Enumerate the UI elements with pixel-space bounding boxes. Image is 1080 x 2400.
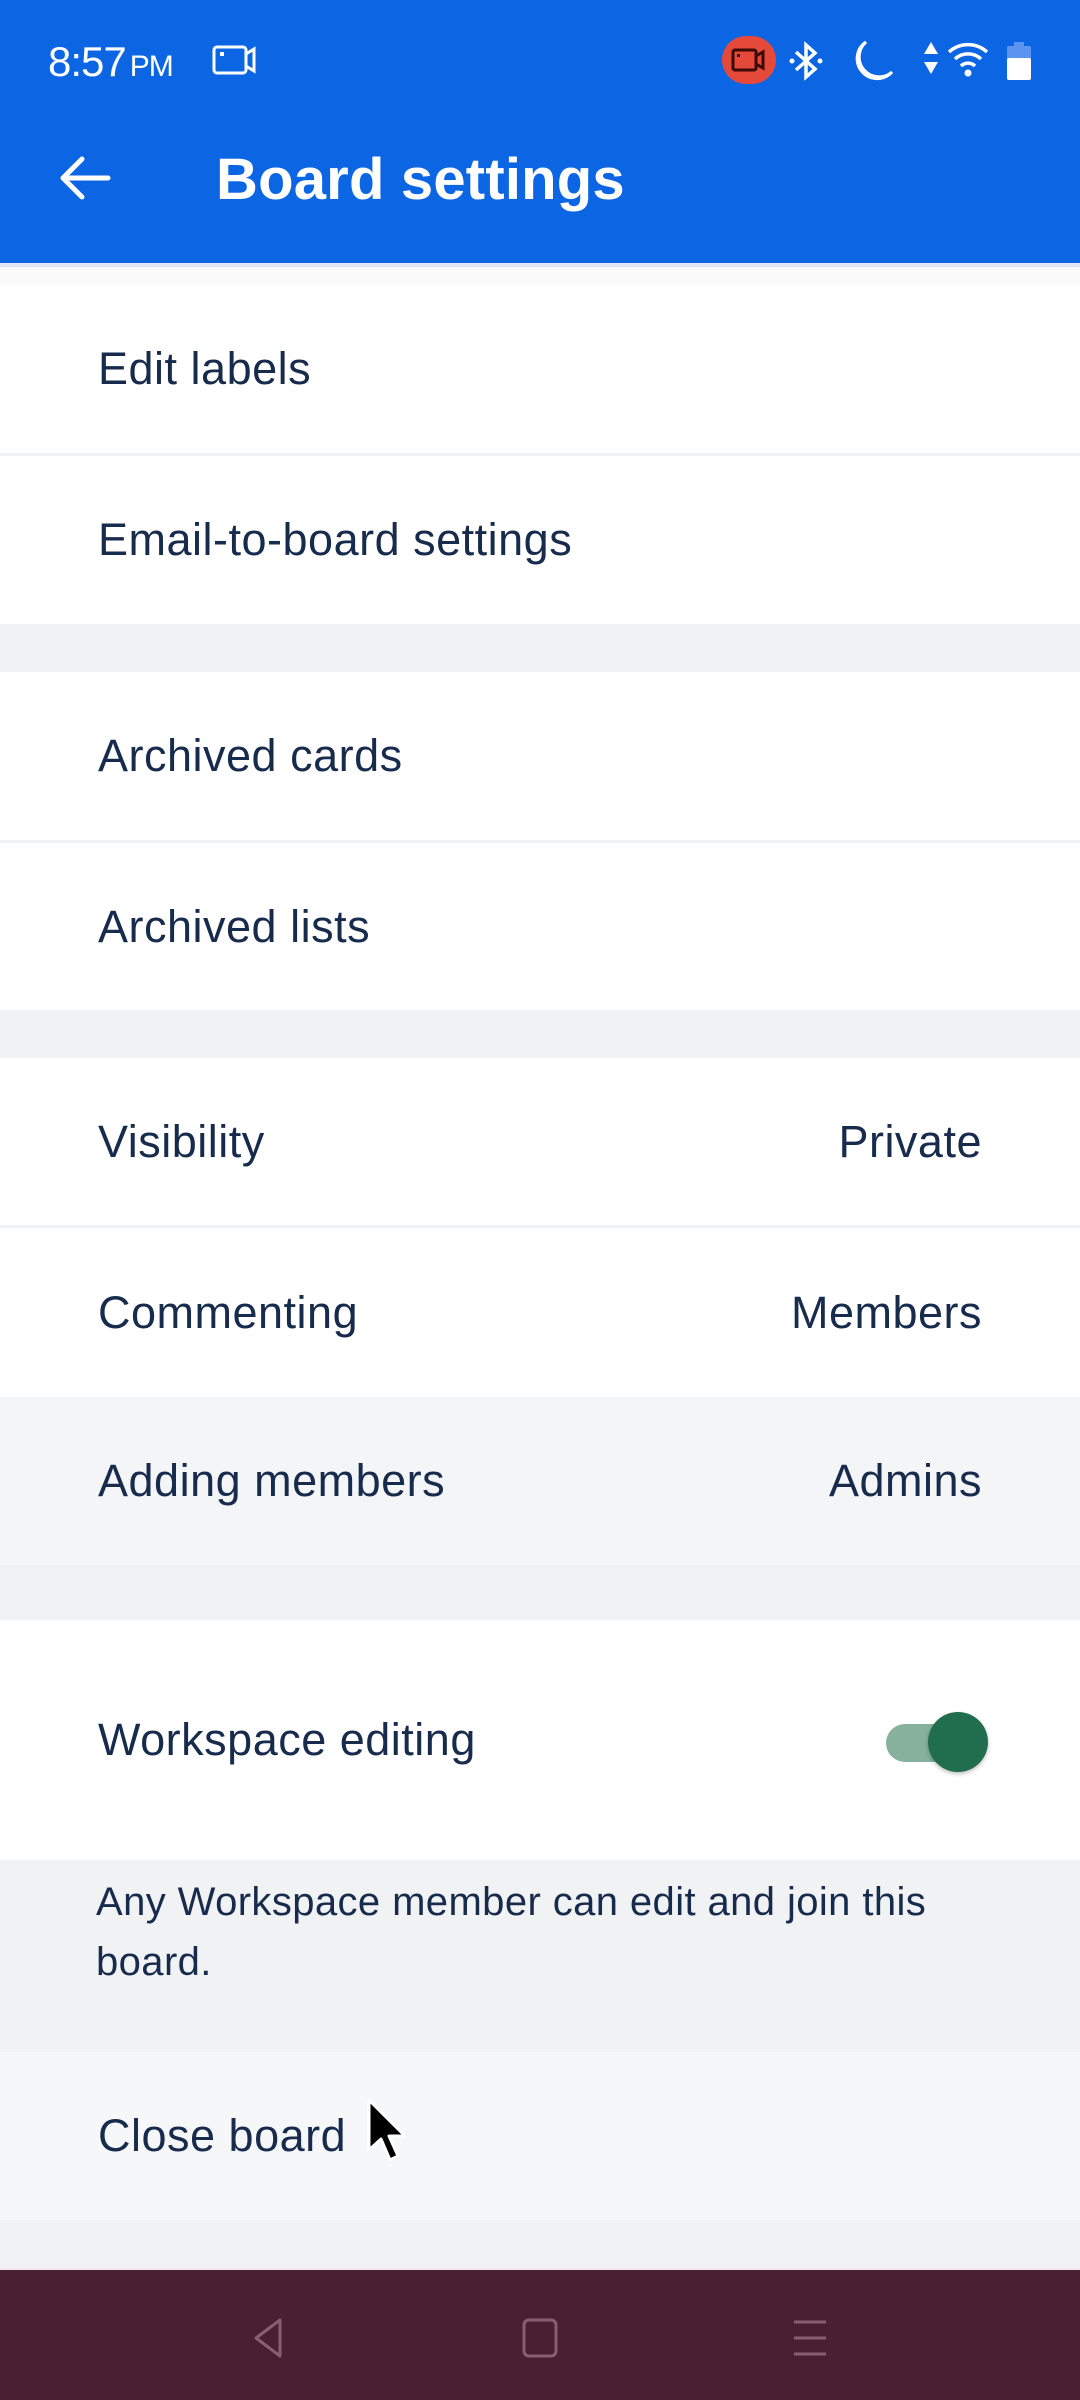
close-board-item[interactable]: Close board: [0, 2052, 1080, 2220]
archived-lists-item[interactable]: Archived lists: [0, 843, 1080, 1010]
close-board-label: Close board: [98, 2110, 347, 2161]
workspace-editing-label: Workspace editing: [98, 1714, 476, 1765]
screen-record-icon: [212, 44, 258, 81]
email-to-board-item[interactable]: Email-to-board settings: [0, 456, 1080, 624]
bluetooth-icon: [788, 40, 824, 87]
do-not-disturb-moon-icon: [848, 38, 896, 89]
visibility-label: Visibility: [98, 1115, 265, 1167]
commenting-item[interactable]: Commenting Members: [0, 1228, 1080, 1397]
battery-icon: [1006, 42, 1032, 85]
nav-home-button[interactable]: [500, 2300, 580, 2380]
archived-cards-label: Archived cards: [98, 730, 403, 781]
scroll-edge: [0, 263, 1080, 285]
workspace-editing-toggle[interactable]: [886, 1708, 996, 1772]
edit-labels-label: Edit labels: [98, 343, 312, 394]
recording-indicator-icon: [722, 36, 776, 84]
nav-recents-button[interactable]: [770, 2300, 850, 2380]
data-arrows-icon: [922, 40, 940, 81]
back-triangle-icon: [248, 2316, 288, 2365]
edit-labels-item[interactable]: Edit labels: [0, 285, 1080, 453]
home-square-icon: [520, 2316, 560, 2365]
status-time: 8:57 PM: [48, 38, 174, 86]
adding-members-item[interactable]: Adding members Admins: [0, 1397, 1080, 1565]
wifi-icon: [946, 40, 990, 83]
time-text: 8:57: [48, 38, 127, 85]
status-bar: 8:57 PM: [0, 0, 1080, 120]
recents-menu-icon: [790, 2316, 830, 2365]
archived-lists-label: Archived lists: [98, 900, 371, 952]
ampm-text: PM: [129, 50, 174, 83]
archived-cards-item[interactable]: Archived cards: [0, 672, 1080, 840]
workspace-editing-description: Any Workspace member can edit and join t…: [96, 1880, 927, 1984]
commenting-label: Commenting: [98, 1286, 359, 1338]
commenting-value: Members: [790, 1286, 982, 1338]
visibility-item[interactable]: Visibility Private: [0, 1058, 1080, 1225]
visibility-value: Private: [838, 1115, 982, 1167]
adding-members-value: Admins: [828, 1455, 982, 1506]
bottom-gap: [0, 2220, 1080, 2268]
system-nav-bar: [0, 2268, 1080, 2400]
email-to-board-label: Email-to-board settings: [98, 514, 573, 565]
nav-back-button[interactable]: [228, 2300, 308, 2380]
arrow-left-icon: [58, 154, 112, 207]
workspace-editing-item[interactable]: Workspace editing: [0, 1620, 1080, 1860]
back-button[interactable]: [50, 145, 120, 215]
toggle-thumb: [928, 1712, 988, 1772]
section-gap: [0, 1010, 1080, 1058]
adding-members-label: Adding members: [98, 1455, 446, 1506]
section-gap: [0, 624, 1080, 672]
section-gap: [0, 1565, 1080, 1620]
page-title: Board settings: [216, 147, 625, 212]
app-bar: 8:57 PM Board settings: [0, 0, 1080, 263]
